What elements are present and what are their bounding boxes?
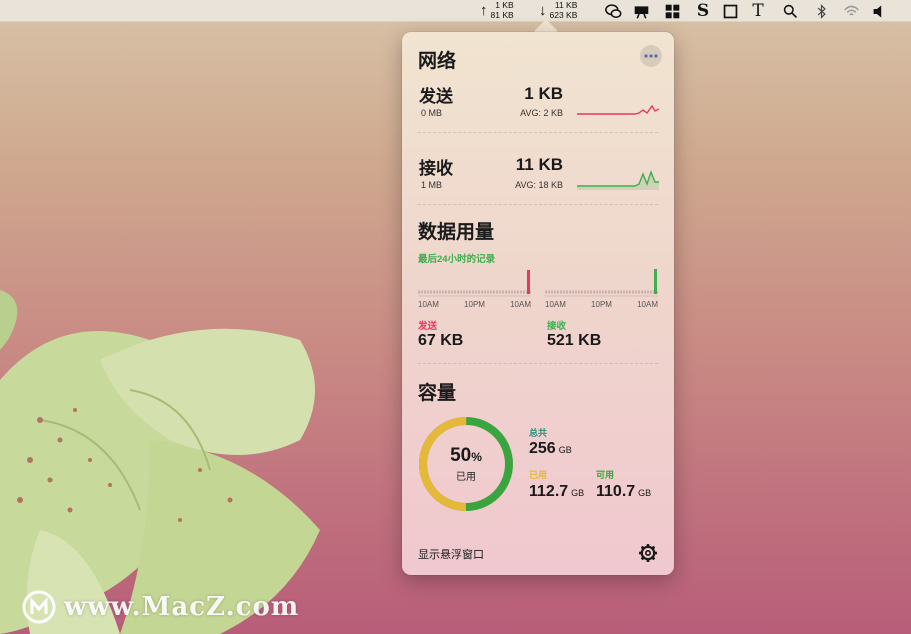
- send-rate: 1 KB: [524, 84, 563, 103]
- send-sparkline: [577, 104, 659, 115]
- bluetooth-icon[interactable]: [812, 2, 830, 20]
- capacity-used-value: 112.7 GB: [529, 483, 584, 501]
- receive-avg: AVG: 18 KB: [515, 180, 563, 190]
- square-icon[interactable]: [721, 2, 739, 20]
- wifi-icon[interactable]: [842, 2, 860, 20]
- capacity-percent: 50%: [450, 445, 482, 467]
- network-popover: 网络 发送 0 MB 1 KB AVG: 2 KB 接收 1 MB 11 KB …: [402, 32, 674, 575]
- more-options-button[interactable]: [640, 45, 662, 67]
- axis-tick: 10AM: [637, 300, 658, 309]
- capacity-total-number: 256: [529, 440, 556, 457]
- show-floating-window-link[interactable]: 显示悬浮窗口: [418, 546, 484, 562]
- receive-total: 1 MB: [421, 180, 443, 190]
- watermark: www.MacZ.com: [22, 590, 299, 624]
- send-label: 发送: [419, 87, 453, 106]
- usage-title: 数据用量: [418, 222, 495, 243]
- axis-tick: 10AM: [545, 300, 566, 309]
- receive-history-chart: [545, 269, 658, 297]
- wechat-icon[interactable]: [604, 2, 622, 20]
- send-avg: AVG: 2 KB: [520, 108, 563, 118]
- capacity-title: 容量: [418, 383, 457, 404]
- receive-rate: 11 KB: [515, 155, 563, 174]
- search-icon[interactable]: [781, 2, 799, 20]
- download-total: 623 KB: [549, 9, 578, 20]
- capacity-ring-label: 已用: [456, 472, 476, 483]
- capacity-total-label: 总共: [529, 428, 548, 438]
- stats-icon[interactable]: [632, 2, 650, 20]
- windows-icon[interactable]: [663, 2, 681, 20]
- network-title: 网络: [418, 51, 457, 72]
- capacity-free-label: 可用: [596, 470, 615, 480]
- download-arrow-icon: ↓: [539, 2, 547, 19]
- capacity-used-number: 112.7: [529, 483, 569, 500]
- usage-send-label: 发送: [418, 321, 438, 332]
- capacity-used-unit: GB: [571, 488, 585, 498]
- s-app-icon[interactable]: S: [694, 1, 712, 21]
- ellipsis-icon: [644, 54, 658, 58]
- menu-bar: ↑ 1 KB 81 KB ↓ 11 KB 623 KB S T: [0, 0, 911, 22]
- divider: [418, 132, 658, 133]
- receive-sparkline: [577, 169, 659, 190]
- upload-arrow-icon: ↑: [480, 2, 488, 19]
- usage-receive-label: 接收: [547, 321, 567, 332]
- upload-indicator[interactable]: ↑ 1 KB 81 KB: [480, 0, 514, 20]
- capacity-free-unit: GB: [638, 488, 652, 498]
- receive-history-bar: [654, 269, 657, 294]
- capacity-percent-sign: %: [471, 450, 482, 464]
- usage-receive-value: 521 KB: [547, 332, 602, 349]
- macz-logo-icon: [22, 590, 56, 624]
- download-indicator[interactable]: ↓ 11 KB 623 KB: [539, 0, 578, 20]
- flower-wallpaper: [0, 290, 320, 634]
- send-history-bar: [527, 270, 530, 294]
- usage-caption: 最后24小时的记录: [418, 254, 496, 265]
- capacity-ring-center: 50% 已用: [417, 415, 515, 513]
- capacity-used-label: 已用: [529, 470, 548, 480]
- watermark-text: www.MacZ.com: [64, 592, 300, 622]
- capacity-free-value: 110.7 GB: [596, 483, 651, 501]
- settings-gear-icon[interactable]: [638, 543, 658, 563]
- capacity-percent-number: 50: [450, 445, 472, 466]
- axis-tick: 10AM: [418, 300, 439, 309]
- volume-icon[interactable]: [870, 2, 888, 20]
- capacity-total-unit: GB: [558, 445, 572, 455]
- send-total: 0 MB: [421, 108, 443, 118]
- receive-label: 接收: [419, 159, 453, 178]
- axis-tick: 10AM: [510, 300, 531, 309]
- typeface-icon[interactable]: T: [749, 1, 767, 21]
- capacity-free-number: 110.7: [596, 483, 636, 500]
- divider: [418, 204, 658, 205]
- upload-total: 81 KB: [490, 9, 514, 20]
- usage-send-value: 67 KB: [418, 332, 464, 349]
- send-history-chart: [418, 270, 531, 297]
- axis-tick: 10PM: [464, 300, 485, 309]
- divider: [418, 363, 658, 364]
- send-axis: 10AM 10PM 10AM: [418, 300, 531, 309]
- receive-axis: 10AM 10PM 10AM: [545, 300, 658, 309]
- axis-tick: 10PM: [591, 300, 612, 309]
- capacity-total-value: 256 GB: [529, 440, 572, 458]
